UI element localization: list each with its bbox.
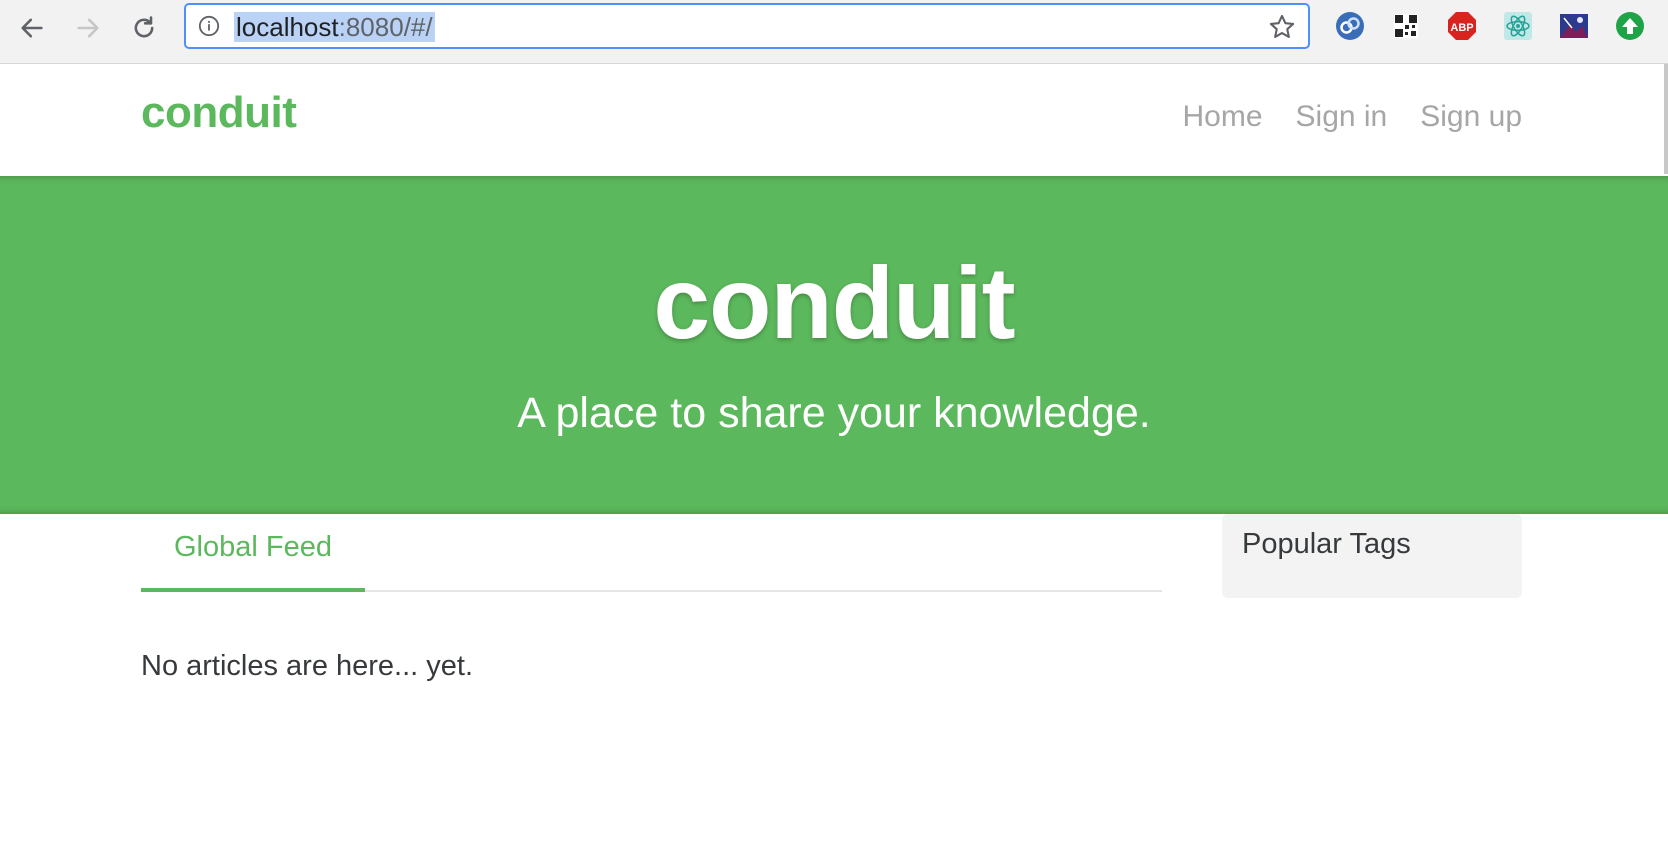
reload-button[interactable] bbox=[124, 8, 164, 48]
image-extension-icon bbox=[1560, 14, 1588, 38]
extension-upload[interactable] bbox=[1614, 10, 1646, 42]
tab-global-feed[interactable]: Global Feed bbox=[141, 512, 365, 592]
adblock-label: ABP bbox=[1450, 22, 1473, 34]
extension-react[interactable] bbox=[1502, 10, 1534, 42]
chain-link-extension-icon bbox=[1336, 12, 1364, 40]
top-navbar: conduit Home Sign in Sign up bbox=[0, 64, 1668, 176]
page-scrollbar[interactable] bbox=[1664, 64, 1668, 174]
extension-image[interactable] bbox=[1558, 10, 1590, 42]
brand-logo-link[interactable]: conduit bbox=[141, 88, 297, 138]
url-host: localhost bbox=[236, 12, 339, 42]
extension-chain[interactable] bbox=[1334, 10, 1366, 42]
back-arrow-icon bbox=[21, 18, 43, 38]
feed-tabs: Global Feed bbox=[141, 512, 1162, 626]
url-text[interactable]: localhost:8080/#/ bbox=[234, 12, 435, 42]
upload-arrow-icon bbox=[1616, 12, 1644, 40]
nav-sign-up-link[interactable]: Sign up bbox=[1420, 100, 1522, 134]
reload-icon bbox=[134, 16, 154, 38]
nav-sign-in-link[interactable]: Sign in bbox=[1296, 100, 1388, 134]
extension-adblock[interactable]: ABP bbox=[1446, 10, 1478, 42]
extension-qr[interactable] bbox=[1390, 10, 1422, 42]
back-button[interactable] bbox=[12, 8, 52, 48]
popular-tags-sidebar: Popular Tags bbox=[1222, 514, 1522, 598]
url-path: :8080/#/ bbox=[338, 12, 433, 42]
forward-button[interactable] bbox=[68, 8, 108, 48]
hero-title: conduit bbox=[653, 246, 1015, 360]
adblock-plus-icon: ABP bbox=[1448, 12, 1476, 40]
address-bar[interactable]: localhost:8080/#/ bbox=[184, 3, 1310, 49]
qr-code-extension-icon bbox=[1394, 14, 1418, 38]
hero-subtitle: A place to share your knowledge. bbox=[517, 389, 1151, 437]
browser-toolbar: localhost:8080/#/ ABP bbox=[0, 0, 1668, 64]
empty-articles-message: No articles are here... yet. bbox=[141, 650, 474, 682]
hero-banner: conduit A place to share your knowledge. bbox=[0, 176, 1668, 514]
nav-home-link[interactable]: Home bbox=[1182, 100, 1262, 134]
feed-section: Global Feed bbox=[141, 512, 1162, 626]
nav-links: Home Sign in Sign up bbox=[1182, 100, 1522, 134]
forward-arrow-icon bbox=[77, 18, 99, 38]
page-content: conduit Home Sign in Sign up conduit A p… bbox=[0, 64, 1668, 852]
info-icon[interactable] bbox=[198, 15, 220, 37]
sidebar-title: Popular Tags bbox=[1242, 528, 1411, 560]
bookmark-star-icon[interactable] bbox=[1268, 13, 1296, 41]
react-devtools-icon bbox=[1504, 12, 1532, 40]
